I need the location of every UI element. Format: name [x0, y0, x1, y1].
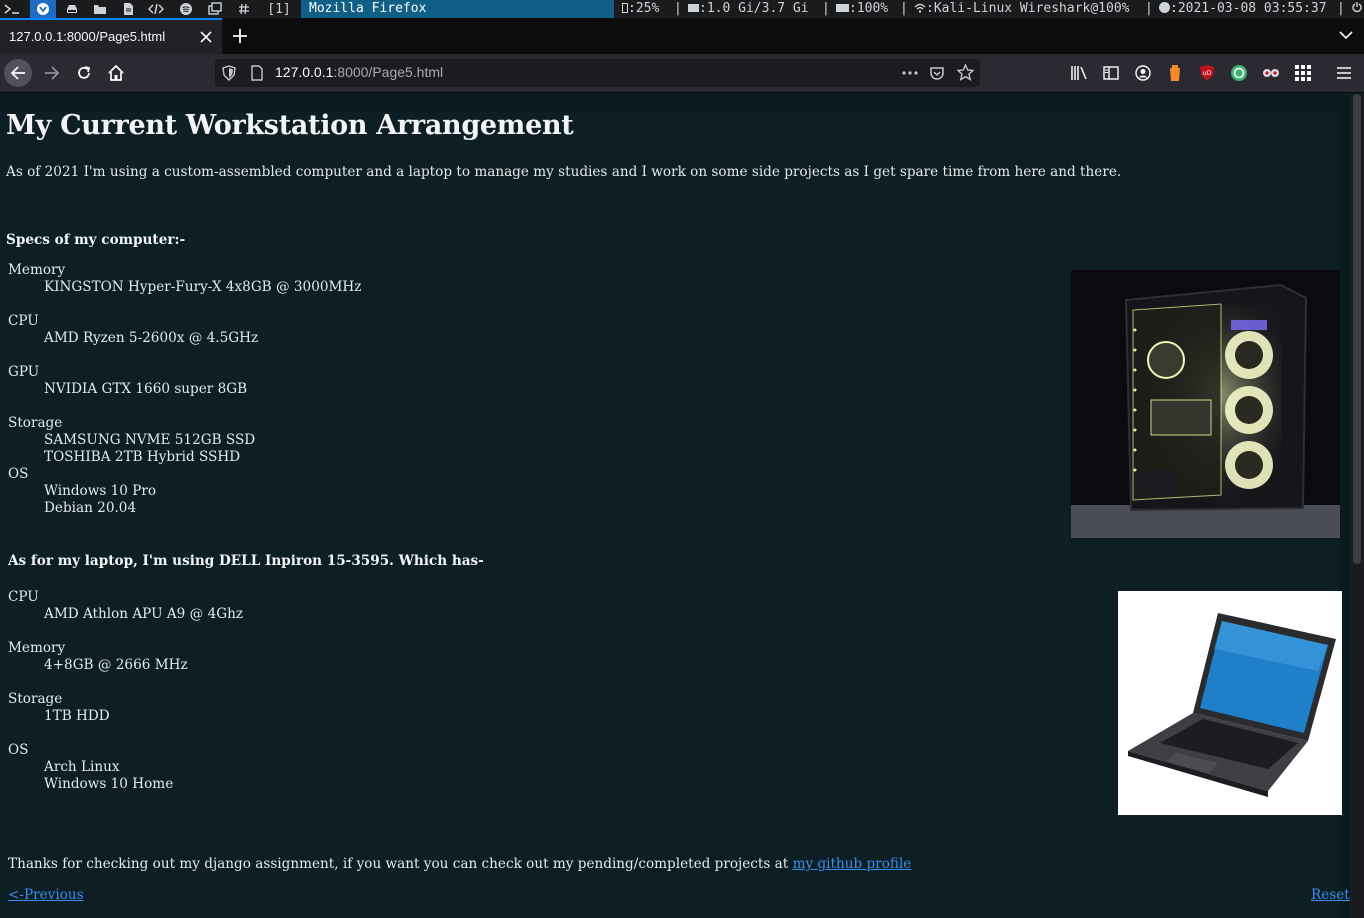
cpu-status: :25%: [622, 0, 659, 18]
more-actions-icon[interactable]: [901, 65, 919, 85]
home-icon: [108, 64, 124, 81]
pc-case-image: [1071, 270, 1340, 538]
drive-icon[interactable]: [60, 0, 84, 18]
tab-title: 127.0.0.1:8000/Page5.html: [9, 29, 166, 44]
reset-link[interactable]: Reset: [1311, 887, 1350, 903]
status-separator: |: [674, 1, 682, 16]
spec-value: Windows 10 Pro: [44, 483, 157, 499]
spec-term: OS: [8, 466, 29, 482]
hamburger-menu-icon[interactable]: [1335, 64, 1353, 82]
spec-term: Storage: [8, 691, 63, 707]
spec-term: Memory: [8, 640, 66, 656]
reload-button[interactable]: [70, 59, 98, 87]
spec-value: NVIDIA GTX 1660 super 8GB: [44, 381, 248, 397]
spec-term: Storage: [8, 415, 63, 431]
arrow-right-icon: [45, 66, 60, 80]
forward-button[interactable]: [38, 59, 66, 87]
spec-value: Arch Linux: [44, 759, 120, 775]
account-icon[interactable]: [1134, 64, 1152, 82]
page-title: My Current Workstation Arrangement: [6, 110, 574, 141]
battery-status: :100%: [836, 0, 888, 18]
svg-text:uD: uD: [1203, 70, 1212, 77]
scrollbar-thumb[interactable]: [1353, 94, 1361, 564]
back-button[interactable]: [4, 59, 32, 87]
folder-icon[interactable]: [88, 0, 112, 18]
shield-icon[interactable]: [222, 65, 236, 85]
page-content: My Current Workstation Arrangement As of…: [0, 94, 1350, 918]
window-title: Mozilla Firefox: [301, 0, 614, 18]
laptop-specs-heading: As for my laptop, I'm using DELL Inpiron…: [8, 553, 484, 569]
page-icon[interactable]: [250, 65, 264, 85]
laptop-image: [1118, 591, 1342, 815]
power-icon[interactable]: [1352, 0, 1362, 18]
chevron-down-icon[interactable]: [1338, 27, 1354, 43]
library-icon[interactable]: [1070, 64, 1088, 82]
page-scrollbar[interactable]: [1350, 94, 1364, 918]
terminal-icon[interactable]: [0, 0, 28, 18]
document-icon[interactable]: [116, 0, 140, 18]
memory-icon: [688, 4, 699, 12]
spec-value: KINGSTON Hyper-Fury-X 4x8GB @ 3000MHz: [44, 279, 362, 295]
spec-value: Windows 10 Home: [44, 776, 174, 792]
thanks-paragraph: Thanks for checking out my django assign…: [8, 856, 912, 872]
navigation-toolbar: 127.0.0.1:8000/Page5.html uD: [0, 54, 1364, 93]
extension-orange-icon[interactable]: [1166, 64, 1184, 82]
home-button[interactable]: [102, 59, 130, 87]
spec-term: CPU: [8, 313, 39, 329]
pocket-icon[interactable]: [929, 65, 945, 85]
sidebar-icon[interactable]: [1102, 64, 1120, 82]
spec-value: Debian 20.04: [44, 500, 137, 516]
url-bar[interactable]: 127.0.0.1:8000/Page5.html: [215, 59, 980, 87]
workspace-indicator[interactable]: [1]: [262, 0, 296, 18]
spec-value: SAMSUNG NVME 512GB SSD: [44, 432, 256, 448]
intro-paragraph: As of 2021 I'm using a custom-assembled …: [6, 164, 1122, 180]
spec-value: AMD Athlon APU A9 @ 4Ghz: [44, 606, 243, 622]
new-tab-button[interactable]: [230, 26, 250, 46]
spec-term: GPU: [8, 364, 40, 380]
arrow-left-icon: [10, 66, 25, 80]
browser-workspace-icon[interactable]: [30, 0, 56, 18]
spec-value: AMD Ryzen 5-2600x @ 4.5GHz: [44, 330, 259, 346]
ublock-origin-icon[interactable]: uD: [1198, 64, 1216, 82]
bookmark-star-icon[interactable]: [956, 63, 975, 85]
clock-icon: [1159, 2, 1170, 13]
tab-page5[interactable]: 127.0.0.1:8000/Page5.html: [0, 18, 222, 54]
status-separator: |: [1337, 1, 1345, 16]
spec-term: CPU: [8, 589, 39, 605]
url-text[interactable]: 127.0.0.1:8000/Page5.html: [275, 64, 443, 80]
battery-icon: [836, 4, 849, 12]
computer-specs-heading: Specs of my computer:-: [6, 232, 186, 248]
github-profile-link[interactable]: my github profile: [793, 856, 912, 872]
spotify-icon[interactable]: [174, 0, 198, 18]
status-separator: |: [822, 1, 830, 16]
privacy-extension-icon[interactable]: [1262, 64, 1280, 82]
hash-icon[interactable]: [232, 0, 256, 18]
sync-extension-icon[interactable]: [1230, 64, 1248, 82]
apps-grid-icon[interactable]: [1294, 64, 1312, 82]
spec-value: 1TB HDD: [44, 708, 110, 724]
clock-status: :2021-03-08 03:55:37: [1159, 0, 1327, 18]
status-separator: |: [900, 1, 908, 16]
code-icon[interactable]: [144, 0, 168, 18]
wifi-icon: [914, 1, 926, 13]
network-status: :Kali-Linux Wireshark@100%: [914, 0, 1130, 18]
reload-icon: [78, 66, 91, 79]
memory-status: :1.0 Gi/3.7 Gi: [688, 0, 809, 18]
tab-strip: 127.0.0.1:8000/Page5.html: [0, 18, 1364, 54]
spec-value: TOSHIBA 2TB Hybrid SSHD: [44, 449, 241, 465]
spec-value: 4+8GB @ 2666 MHz: [44, 657, 188, 673]
spec-term: OS: [8, 742, 29, 758]
spec-term: Memory: [8, 262, 66, 278]
system-status-bar: [1] Mozilla Firefox :25% | :1.0 Gi/3.7 G…: [0, 0, 1364, 18]
close-icon[interactable]: [198, 29, 214, 45]
windows-icon[interactable]: [203, 0, 227, 18]
status-separator: |: [1145, 1, 1153, 16]
previous-page-link[interactable]: <-Previous: [8, 887, 84, 903]
